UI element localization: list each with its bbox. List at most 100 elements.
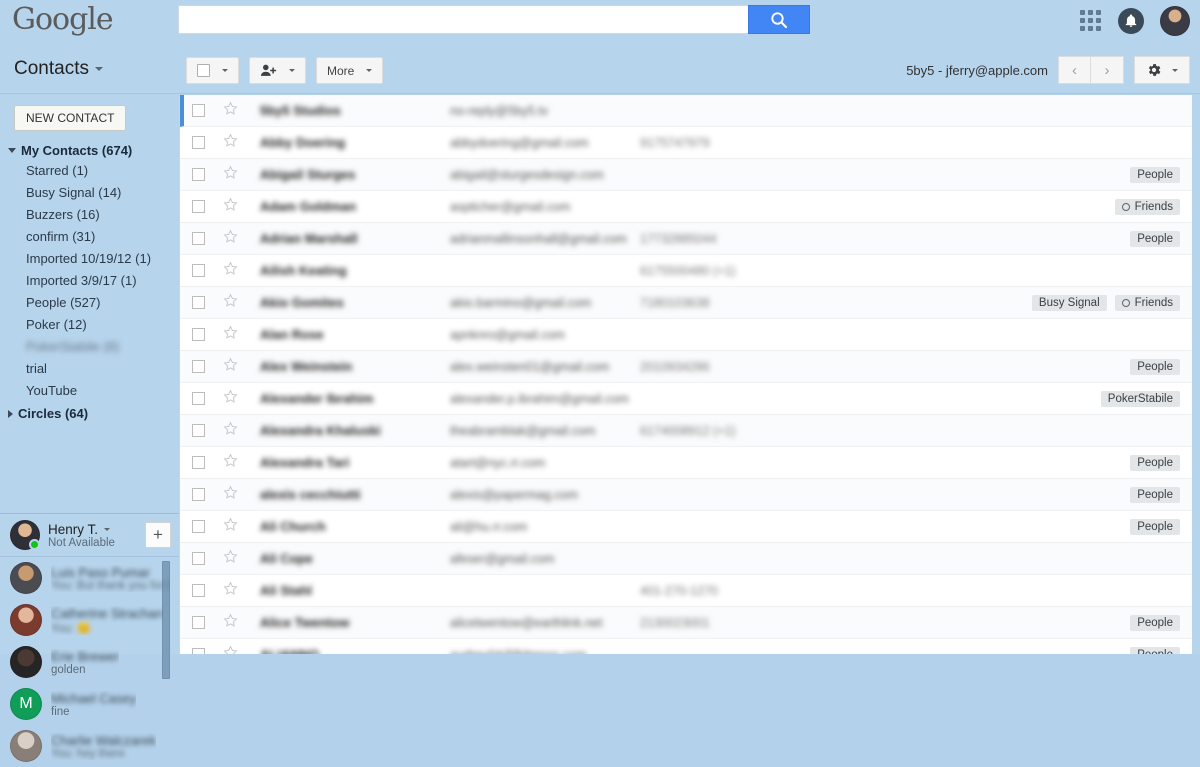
my-name[interactable]: Henry T.: [48, 522, 115, 537]
row-checkbox[interactable]: [192, 360, 205, 373]
group-tag[interactable]: People: [1130, 646, 1180, 654]
previous-page-button[interactable]: ‹: [1058, 56, 1091, 84]
star-button[interactable]: [223, 388, 238, 409]
star-button[interactable]: [223, 324, 238, 345]
sidebar-item-group[interactable]: confirm (31): [0, 226, 179, 248]
row-checkbox[interactable]: [192, 200, 205, 213]
new-contact-button[interactable]: NEW CONTACT: [14, 105, 127, 131]
chat-list-item[interactable]: Erie Brewer golden: [0, 641, 179, 683]
row-checkbox[interactable]: [192, 328, 205, 341]
sidebar-item-group[interactable]: Starred (1): [0, 160, 179, 182]
group-tag[interactable]: People: [1130, 166, 1180, 183]
apps-grid-icon[interactable]: [1080, 10, 1102, 32]
chat-list-item[interactable]: Charlie Walczarek You: hey there: [0, 725, 179, 767]
contact-row[interactable]: Ailish Keating 6175500480 (+1): [180, 255, 1192, 287]
star-button[interactable]: [223, 580, 238, 601]
row-checkbox[interactable]: [192, 584, 205, 597]
row-checkbox[interactable]: [192, 168, 205, 181]
chat-list-item[interactable]: Luis Paso Pumar You: But thank you for t: [0, 557, 179, 599]
star-button[interactable]: [223, 292, 238, 313]
star-button[interactable]: [223, 100, 238, 121]
group-tag[interactable]: Friends: [1114, 198, 1180, 215]
chat-list-item[interactable]: M Michael Casey fine: [0, 683, 179, 725]
sidebar-item-group[interactable]: YouTube: [0, 380, 179, 402]
star-button[interactable]: [223, 516, 238, 537]
contact-row[interactable]: Alexandra Khaluski theabramblak@gmail.com…: [180, 415, 1192, 447]
contact-row[interactable]: Adam Goldman aspticher@gmail.com Friends: [180, 191, 1192, 223]
contact-row[interactable]: Ali Cope afeser@gmail.com: [180, 543, 1192, 575]
contact-row[interactable]: Alexandra Tari atart@nyc.rr.com People: [180, 447, 1192, 479]
group-tag[interactable]: People: [1130, 486, 1180, 503]
group-tag[interactable]: People: [1130, 358, 1180, 375]
contact-row[interactable]: ALIANNOaudrey04@fidmnoo.com People: [180, 639, 1192, 654]
contact-row[interactable]: 5by5 Studios no-reply@5by5.tv: [180, 95, 1192, 127]
contact-row[interactable]: Ali Stahl 401-270-1270: [180, 575, 1192, 607]
star-button[interactable]: [223, 644, 238, 654]
group-tag[interactable]: People: [1130, 518, 1180, 535]
row-checkbox[interactable]: [192, 456, 205, 469]
star-button[interactable]: [223, 228, 238, 249]
group-tag[interactable]: Busy Signal: [1031, 294, 1107, 311]
row-checkbox[interactable]: [192, 296, 205, 309]
select-all-checkbox[interactable]: [197, 64, 210, 77]
sidebar-item-group[interactable]: Imported 3/9/17 (1): [0, 270, 179, 292]
star-button[interactable]: [223, 484, 238, 505]
settings-button[interactable]: [1134, 56, 1190, 84]
sidebar-item-my-contacts[interactable]: My Contacts (674): [0, 141, 179, 160]
star-button[interactable]: [223, 452, 238, 473]
group-tag[interactable]: People: [1130, 454, 1180, 471]
contact-row[interactable]: Abby Doering abbydoering@gmail.com 9175747…: [180, 127, 1192, 159]
my-status-row[interactable]: Henry T. Not Available +: [0, 514, 179, 557]
sidebar-item-group[interactable]: Buzzers (16): [0, 204, 179, 226]
contact-row[interactable]: alexis cecchiutti alexis@papermag.com Peop…: [180, 479, 1192, 511]
search-button[interactable]: [748, 5, 810, 34]
contact-row[interactable]: Alan Rose apnknro@gmail.com: [180, 319, 1192, 351]
chat-list-item[interactable]: Catherine Strachan You: 😊: [0, 599, 179, 641]
sidebar-item-group[interactable]: Busy Signal (14): [0, 182, 179, 204]
row-checkbox[interactable]: [192, 424, 205, 437]
row-checkbox[interactable]: [192, 392, 205, 405]
group-tag[interactable]: People: [1130, 614, 1180, 631]
more-button[interactable]: More: [316, 57, 384, 84]
next-page-button[interactable]: ›: [1091, 56, 1124, 84]
contacts-title-dropdown[interactable]: Contacts: [14, 58, 103, 80]
sidebar-item-circles[interactable]: Circles (64): [0, 406, 179, 421]
contact-row[interactable]: Abigail Sturges abigail@sturgesdesign.com…: [180, 159, 1192, 191]
star-button[interactable]: [223, 260, 238, 281]
group-tag[interactable]: People: [1130, 230, 1180, 247]
star-button[interactable]: [223, 612, 238, 633]
row-checkbox[interactable]: [192, 520, 205, 533]
row-checkbox[interactable]: [192, 648, 205, 654]
group-tag[interactable]: PokerStabile: [1100, 390, 1180, 407]
star-button[interactable]: [223, 356, 238, 377]
row-checkbox[interactable]: [192, 104, 205, 117]
contact-row[interactable]: Adrian Marshall adrianmallinsonhall@gmail…: [180, 223, 1192, 255]
google-logo[interactable]: Google: [12, 2, 114, 37]
contact-row[interactable]: Alice Twentow alicetwentow@earthlink.net 2…: [180, 607, 1192, 639]
row-checkbox[interactable]: [192, 488, 205, 501]
sidebar-item-group[interactable]: PokerStabile (8): [0, 336, 179, 358]
contact-row[interactable]: Akio Gomites akio.barmino@gmail.com 718010…: [180, 287, 1192, 319]
row-checkbox[interactable]: [192, 616, 205, 629]
row-checkbox[interactable]: [192, 264, 205, 277]
row-checkbox[interactable]: [192, 552, 205, 565]
contact-row[interactable]: Alex Weinstein alex.weinsten01@gmail.com 2…: [180, 351, 1192, 383]
profile-avatar[interactable]: [1160, 6, 1190, 36]
sidebar-item-group[interactable]: trial: [0, 358, 179, 380]
star-button[interactable]: [223, 164, 238, 185]
sidebar-item-group[interactable]: People (527): [0, 292, 179, 314]
group-tag[interactable]: Friends: [1114, 294, 1180, 311]
star-button[interactable]: [223, 132, 238, 153]
select-all-button[interactable]: [186, 57, 239, 84]
row-checkbox[interactable]: [192, 232, 205, 245]
add-contact-button[interactable]: [249, 57, 306, 84]
star-button[interactable]: [223, 420, 238, 441]
sidebar-item-group[interactable]: Poker (12): [0, 314, 179, 336]
new-chat-button[interactable]: +: [145, 522, 171, 548]
star-button[interactable]: [223, 548, 238, 569]
contact-row[interactable]: Ali Church ali@hu.rr.com People: [180, 511, 1192, 543]
star-button[interactable]: [223, 196, 238, 217]
sidebar-item-group[interactable]: Imported 10/19/12 (1): [0, 248, 179, 270]
search-input[interactable]: [178, 5, 748, 34]
notifications-button[interactable]: [1118, 8, 1144, 34]
